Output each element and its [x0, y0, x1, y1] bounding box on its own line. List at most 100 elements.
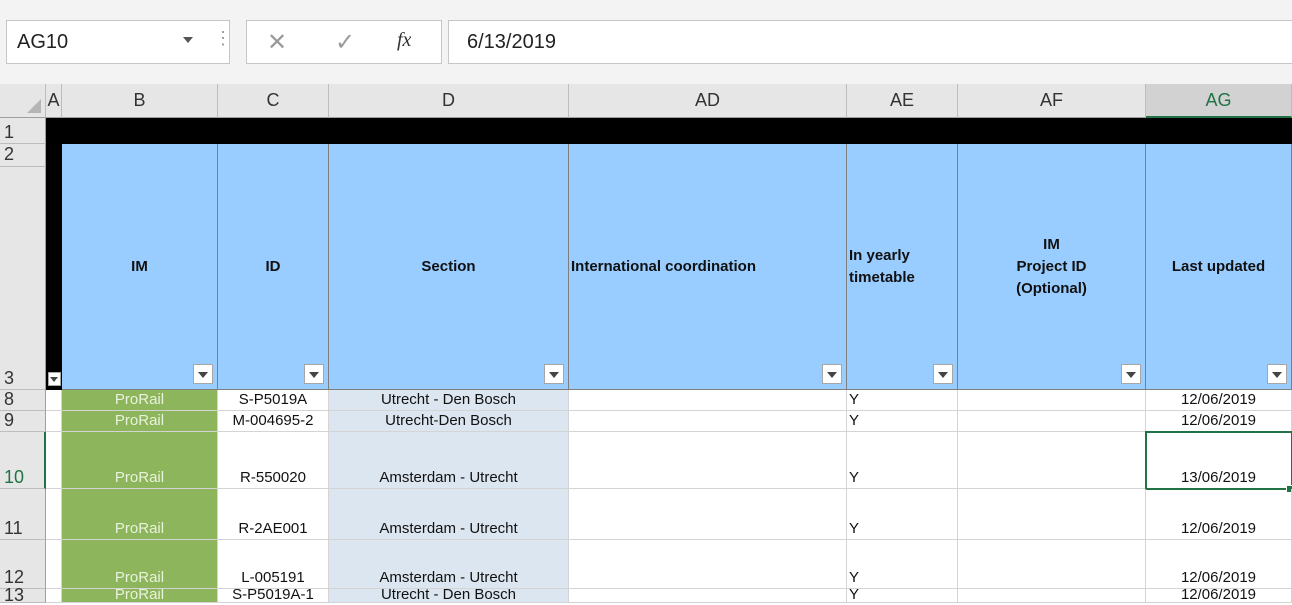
table-cell-intl[interactable] [569, 432, 847, 489]
select-all-button[interactable] [0, 84, 46, 118]
header-id: ID [218, 144, 329, 390]
table-cell-projid[interactable] [958, 589, 1146, 603]
table-cell-intl[interactable] [569, 589, 847, 603]
table-cell-updated[interactable]: 12/06/2019 [1146, 390, 1292, 411]
filter-dropdown-icon[interactable] [1121, 364, 1141, 384]
row-header-3[interactable]: 3 [0, 167, 46, 390]
header-section: Section [329, 144, 569, 390]
table-cell-im[interactable]: ProRail [62, 489, 218, 540]
formula-input[interactable]: 6/13/2019 [448, 20, 1292, 64]
table-cell-yearly[interactable]: Y [847, 589, 958, 603]
table-cell-section[interactable]: Utrecht - Den Bosch [329, 589, 569, 603]
table-cell-yearly[interactable]: Y [847, 411, 958, 432]
table-cell-im[interactable]: ProRail [62, 432, 218, 489]
column-header-af[interactable]: AF [958, 84, 1146, 118]
table-cell-id[interactable]: S-P5019A [218, 390, 329, 411]
close-icon[interactable]: ✕ [267, 28, 287, 57]
filter-dropdown-icon[interactable] [933, 364, 953, 384]
column-header-d[interactable]: D [329, 84, 569, 118]
name-box-dropdown-icon[interactable] [183, 37, 193, 43]
table-cell-id[interactable]: L-005191 [218, 540, 329, 589]
table-cell-im[interactable]: ProRail [62, 411, 218, 432]
table-cell-projid[interactable] [958, 489, 1146, 540]
header-intl-label: International coordination [571, 257, 757, 275]
table-cell-projid[interactable] [958, 432, 1146, 489]
table-cell-id[interactable]: R-550020 [218, 432, 329, 489]
column-header-ae[interactable]: AE [847, 84, 958, 118]
formula-value: 6/13/2019 [467, 31, 556, 53]
filter-dropdown-icon[interactable] [544, 364, 564, 384]
table-cell-yearly[interactable]: Y [847, 489, 958, 540]
table-cell[interactable] [46, 411, 62, 432]
table-cell-updated[interactable]: 12/06/2019 [1146, 540, 1292, 589]
table-cell-updated[interactable]: 12/06/2019 [1146, 589, 1292, 603]
table-cell-section[interactable]: Amsterdam - Utrecht [329, 489, 569, 540]
header-international-coordination: International coordination [569, 144, 847, 390]
fx-icon[interactable]: fx [397, 29, 411, 52]
header-im-label: IM [131, 257, 148, 275]
table-cell-yearly[interactable]: Y [847, 432, 958, 489]
column-a-banner [46, 144, 62, 390]
formula-bar-area: AG10 ⋮ ✕ ✓ fx 6/13/2019 [0, 0, 1292, 88]
header-in-yearly-timetable: In yearly timetable [847, 144, 958, 390]
filter-dropdown-icon[interactable] [304, 364, 324, 384]
table-cell-section[interactable]: Amsterdam - Utrecht [329, 540, 569, 589]
row-header-2[interactable]: 2 [0, 144, 46, 167]
name-box-value: AG10 [17, 31, 69, 53]
row-header-12[interactable]: 12 [0, 540, 46, 589]
formula-buttons: ✕ ✓ fx [246, 20, 442, 64]
table-cell-id[interactable]: R-2AE001 [218, 489, 329, 540]
header-projid-label: IM Project ID (Optional) [1016, 235, 1087, 297]
filter-dropdown-icon[interactable] [1267, 364, 1287, 384]
table-cell-intl[interactable] [569, 489, 847, 540]
header-section-label: Section [421, 257, 476, 275]
table-cell-projid[interactable] [958, 540, 1146, 589]
table-cell-id[interactable]: M-004695-2 [218, 411, 329, 432]
column-header-ad[interactable]: AD [569, 84, 847, 118]
column-header-a[interactable]: A [46, 84, 62, 118]
table-cell[interactable] [46, 489, 62, 540]
table-cell-id[interactable]: S-P5019A-1 [218, 589, 329, 603]
checkmark-icon[interactable]: ✓ [335, 28, 355, 57]
table-cell[interactable] [46, 432, 62, 489]
row-header-11[interactable]: 11 [0, 489, 46, 540]
table-cell-im[interactable]: ProRail [62, 589, 218, 603]
table-cell[interactable] [46, 589, 62, 603]
table-cell-section[interactable]: Amsterdam - Utrecht [329, 432, 569, 489]
header-im-project-id: IM Project ID (Optional) [958, 144, 1146, 390]
filter-dropdown-icon[interactable] [193, 364, 213, 384]
row-header-13[interactable]: 13 [0, 586, 46, 604]
name-box[interactable]: AG10 [6, 20, 230, 64]
table-cell-intl[interactable] [569, 390, 847, 411]
column-header-ag[interactable]: AG [1146, 84, 1292, 118]
row-header-10[interactable]: 10 [0, 432, 46, 489]
table-cell-im[interactable]: ProRail [62, 540, 218, 589]
header-yearly-label: In yearly timetable [849, 246, 915, 286]
active-cell-selection [1145, 431, 1292, 490]
table-cell-updated[interactable]: 12/06/2019 [1146, 411, 1292, 432]
table-cell-intl[interactable] [569, 411, 847, 432]
column-header-c[interactable]: C [218, 84, 329, 118]
table-cell-updated[interactable]: 12/06/2019 [1146, 489, 1292, 540]
table-cell-intl[interactable] [569, 540, 847, 589]
filter-dropdown-icon[interactable] [822, 364, 842, 384]
row-header-1[interactable]: 1 [0, 118, 46, 144]
formula-bar-splitter[interactable]: ⋮ [214, 28, 232, 49]
header-updated-label: Last updated [1171, 257, 1266, 275]
row-header-8[interactable]: 8 [0, 389, 46, 411]
table-cell-projid[interactable] [958, 411, 1146, 432]
table-cell-section[interactable]: Utrecht-Den Bosch [329, 411, 569, 432]
table-cell-im[interactable]: ProRail [62, 390, 218, 411]
table-cell-yearly[interactable]: Y [847, 390, 958, 411]
table-cell-section[interactable]: Utrecht - Den Bosch [329, 390, 569, 411]
column-header-b[interactable]: B [62, 84, 218, 118]
table-cell-projid[interactable] [958, 390, 1146, 411]
row-header-9[interactable]: 9 [0, 410, 46, 432]
table-cell-yearly[interactable]: Y [847, 540, 958, 589]
table-cell[interactable] [46, 390, 62, 411]
header-im: IM [62, 144, 218, 390]
header-banner-row [46, 118, 1292, 144]
table-cell[interactable] [46, 540, 62, 589]
select-all-icon [27, 99, 41, 113]
filter-dropdown-icon[interactable] [48, 372, 61, 386]
